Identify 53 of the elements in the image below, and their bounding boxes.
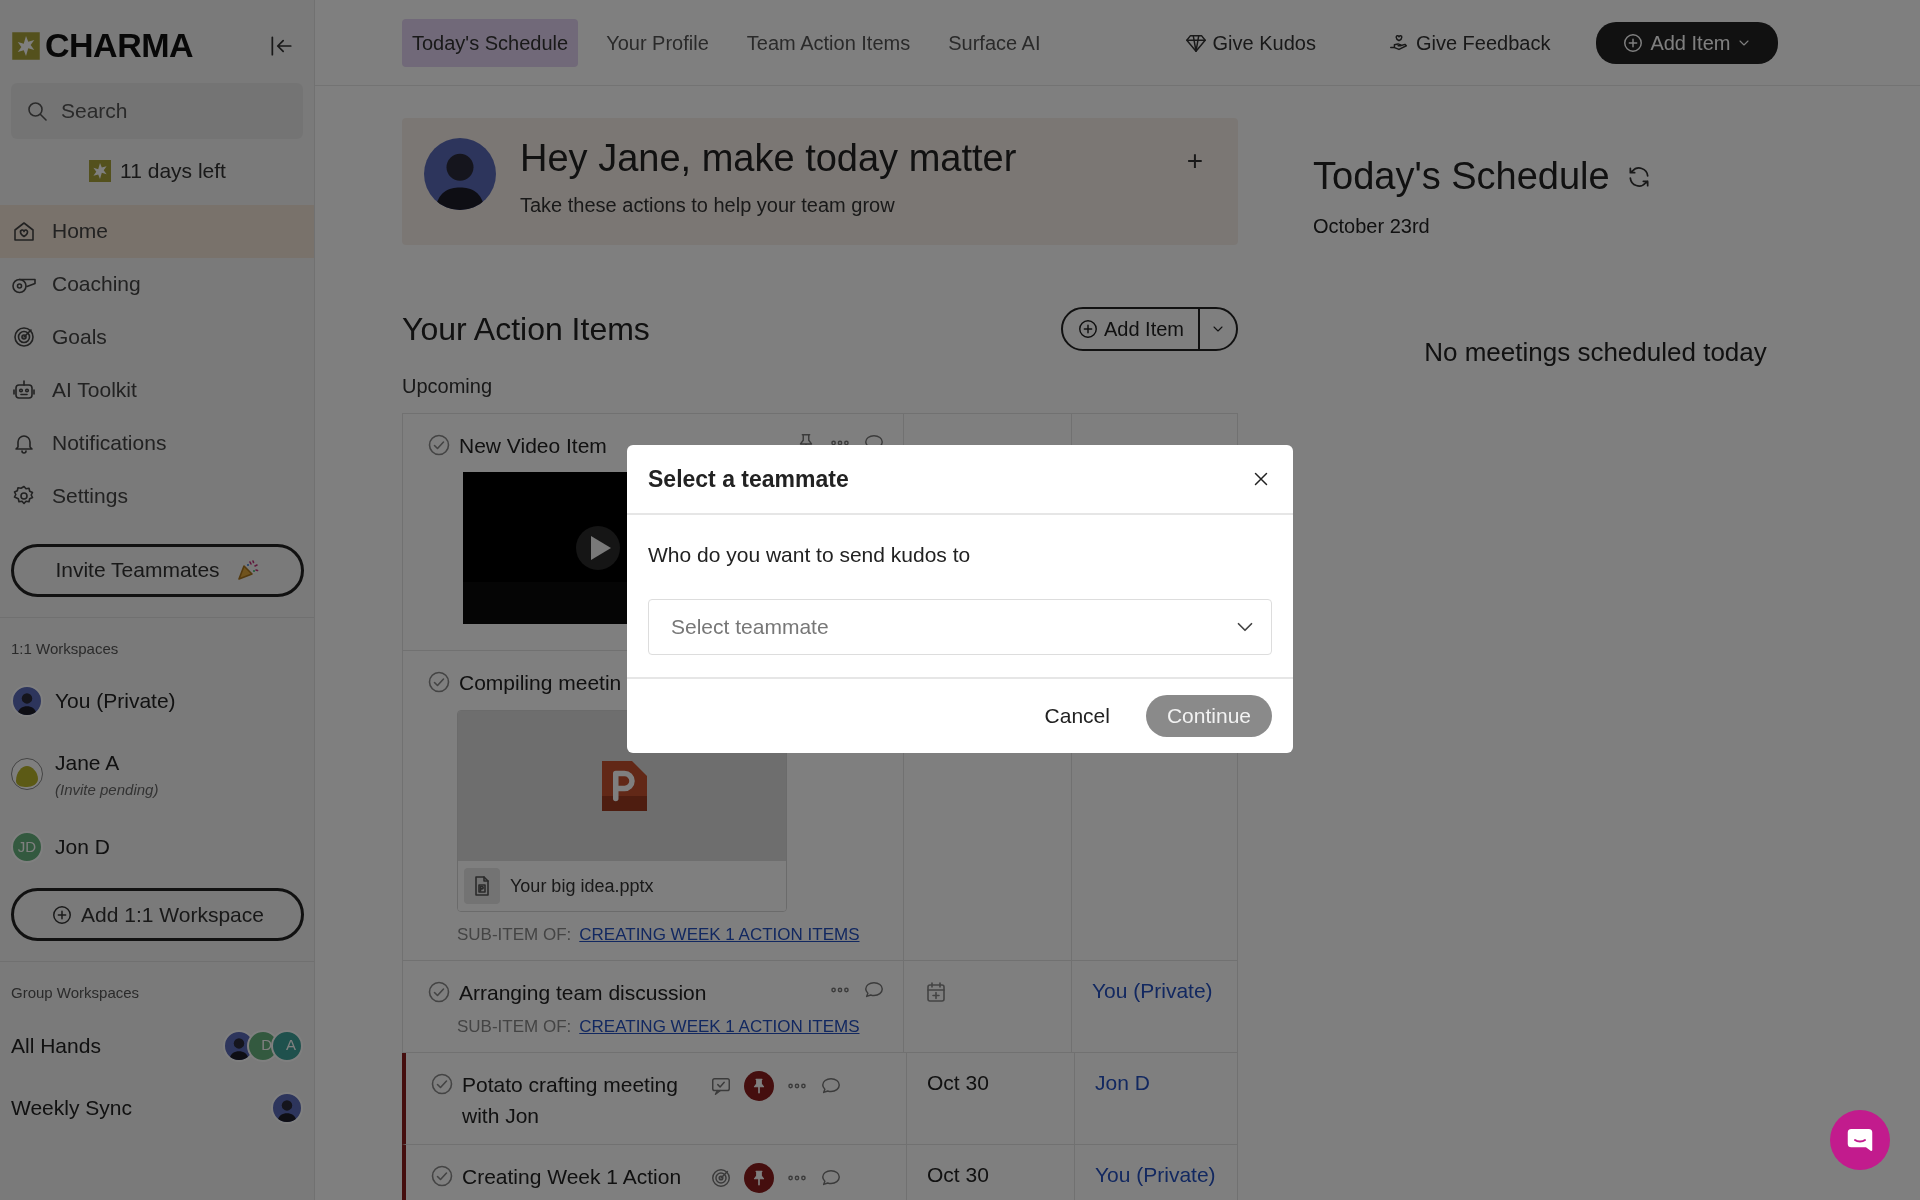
cancel-button[interactable]: Cancel: [1038, 698, 1116, 733]
workspace-name: Weekly Sync: [11, 1094, 132, 1121]
trial-countdown: 11 days left: [120, 158, 226, 184]
section-title: Your Action Items: [402, 310, 650, 349]
workspace-name: You (Private): [55, 688, 176, 715]
empty-message: No meetings scheduled today: [1423, 336, 1768, 369]
nav-tab[interactable]: Surface AI: [938, 18, 1051, 67]
workspace-name: Jane A: [55, 750, 121, 776]
give-kudos-button[interactable]: Give Kudos: [1178, 26, 1322, 59]
owner-link[interactable]: Jon D: [1095, 1070, 1150, 1094]
initials-avatar: A: [271, 1029, 303, 1062]
nav-tab[interactable]: Team Action Items: [736, 18, 921, 67]
owner-link[interactable]: You (Private): [1092, 978, 1213, 1002]
add-item-split-button[interactable]: Add Item: [1060, 307, 1238, 351]
schedule-title: Today's Schedule: [1313, 154, 1610, 199]
modal-prompt: Who do you want to send kudos to: [648, 542, 972, 568]
give-feedback-button[interactable]: Give Feedback: [1381, 26, 1557, 59]
parent-item-link[interactable]: CREATING WEEK 1 ACTION ITEMS: [579, 925, 860, 944]
nav-tab[interactable]: Today's Schedule: [402, 18, 579, 67]
nav-item[interactable]: Settings: [0, 469, 314, 523]
sub-item-label: SUB-ITEM OF:: [457, 1017, 572, 1036]
teammate-select[interactable]: Select teammate: [648, 598, 1272, 655]
parent-item-link[interactable]: CREATING WEEK 1 ACTION ITEMS: [579, 1017, 860, 1036]
nav-item[interactable]: Notifications: [0, 416, 314, 470]
invite-status: (Invite pending): [55, 779, 159, 800]
add-workspace-button[interactable]: Add 1:1 Workspace: [11, 888, 304, 941]
add-button[interactable]: +: [1185, 146, 1204, 176]
sub-item-label: SUB-ITEM OF:: [457, 925, 572, 944]
invite-teammates-button[interactable]: Invite Teammates: [11, 543, 304, 597]
action-item-title[interactable]: Creating Week 1 Action: [462, 1160, 702, 1192]
action-item-title[interactable]: Potato crafting meeting with Jon: [462, 1068, 702, 1132]
initials-avatar: JD: [11, 831, 43, 863]
owner-link[interactable]: You (Private): [1095, 1162, 1216, 1186]
action-item-title[interactable]: Arranging team discussion: [459, 976, 821, 1008]
brand-name: CHARMA: [45, 25, 194, 66]
workspace-name: All Hands: [11, 1032, 101, 1059]
greeting-title: Hey Jane, make today matter: [520, 138, 1018, 180]
section-heading: 1:1 Workspaces: [10, 638, 120, 659]
add-item-button[interactable]: Add Item: [1596, 21, 1779, 64]
nav-item[interactable]: Goals: [0, 310, 314, 364]
nav-item[interactable]: AI Toolkit: [0, 363, 314, 417]
section-heading: Group Workspaces: [10, 983, 141, 1003]
schedule-date: October 23rd: [1313, 214, 1431, 239]
greeting-subtitle: Take these actions to help your team grow: [520, 192, 896, 218]
group-label: Upcoming: [402, 374, 494, 399]
modal-title: Select a teammate: [648, 464, 849, 494]
due-date: Oct 30: [927, 1162, 989, 1186]
nav-item[interactable]: Home: [0, 204, 314, 258]
due-date: Oct 30: [927, 1070, 989, 1094]
file-name: Your big idea.pptx: [510, 874, 654, 898]
search-field[interactable]: Search: [11, 83, 303, 139]
nav-tab[interactable]: Your Profile: [596, 18, 719, 67]
workspace-name: Jon D: [55, 834, 110, 861]
